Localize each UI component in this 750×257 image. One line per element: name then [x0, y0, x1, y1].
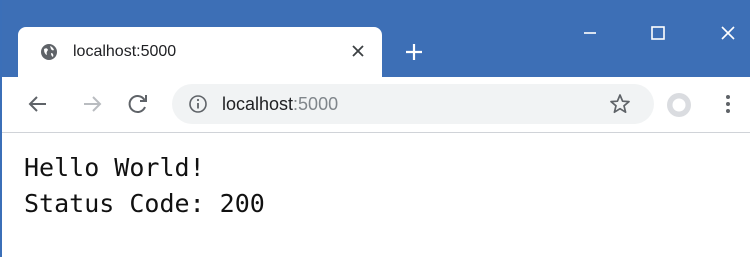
url-text[interactable]: localhost:5000 [222, 94, 338, 114]
address-bar[interactable]: localhost:5000 [172, 84, 654, 124]
info-icon[interactable] [188, 94, 208, 114]
arrow-left-icon[interactable] [26, 92, 50, 116]
profile-icon[interactable] [666, 92, 692, 118]
url-port: :5000 [293, 94, 339, 114]
browser-tab[interactable]: localhost:5000 [18, 27, 382, 77]
plus-icon[interactable] [400, 38, 428, 66]
url-host: localhost [222, 94, 294, 114]
minimize-icon[interactable] [570, 18, 610, 48]
close-icon[interactable] [348, 41, 368, 61]
arrow-right-icon[interactable] [80, 92, 104, 116]
browser-toolbar: localhost:5000 [2, 77, 750, 133]
tab-title: localhost:5000 [73, 43, 177, 60]
title-bar: localhost:5000 [2, 0, 750, 77]
reload-icon[interactable] [126, 92, 150, 116]
browser-window: localhost:5000 localhost:5000 Hello Worl… [0, 0, 750, 257]
status-code-text: Status Code: 200 [24, 189, 265, 218]
globe-icon [41, 44, 57, 60]
star-icon[interactable] [608, 92, 632, 116]
more-vertical-icon[interactable] [720, 92, 736, 116]
page-content: Hello World! Status Code: 200 [24, 150, 265, 222]
close-icon[interactable] [708, 18, 748, 48]
hello-text: Hello World! [24, 153, 205, 182]
maximize-icon[interactable] [638, 18, 678, 48]
